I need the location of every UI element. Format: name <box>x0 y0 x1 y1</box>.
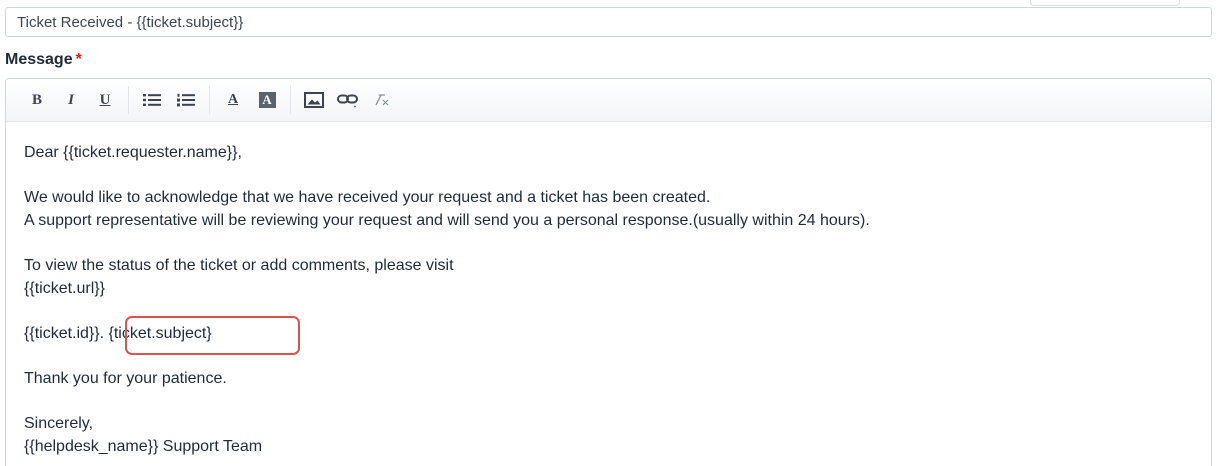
link-icon <box>337 94 358 108</box>
ticket-email-template-form: Ticket Received - {{ticket.subject}} Mes… <box>0 0 1224 466</box>
background-color-icon: A <box>258 92 276 108</box>
body-line-ticket-url: {{ticket.url}} <box>24 279 105 297</box>
message-editor: B I U A A Dear {{ticket.requester.name}}… <box>5 78 1212 466</box>
clear-format-button[interactable] <box>369 87 395 113</box>
numbered-list-button[interactable] <box>173 87 199 113</box>
body-line-ticket-id-subject: {{ticket.id}}. {ticket.subject} <box>24 324 212 342</box>
list-group <box>129 86 210 114</box>
insert-group <box>291 86 405 114</box>
body-line-blank <box>24 391 1193 414</box>
editor-toolbar: B I U A A <box>6 79 1211 122</box>
insert-image-button[interactable] <box>301 87 327 113</box>
bullet-list-button[interactable] <box>139 87 165 113</box>
underline-icon: U <box>99 91 111 108</box>
message-label: Message * <box>5 51 82 69</box>
body-line-greeting: Dear {{ticket.requester.name}}, <box>24 144 242 161</box>
italic-icon: I <box>68 91 74 108</box>
body-line-thanks: Thank you for your patience. <box>24 369 227 387</box>
insert-link-button[interactable] <box>335 87 361 113</box>
body-line-blank <box>24 232 1193 255</box>
body-line-sincerely: Sincerely, <box>24 415 94 433</box>
body-line-blank <box>24 165 1193 188</box>
body-line-view-status: To view the status of the ticket or add … <box>24 256 454 274</box>
partial-control <box>1030 0 1180 6</box>
text-style-group: B I U <box>14 86 129 114</box>
text-color-button[interactable]: A <box>220 87 246 113</box>
body-line-acknowledge: We would like to acknowledge that we hav… <box>24 189 711 207</box>
required-marker: * <box>75 51 82 68</box>
subject-input[interactable]: Ticket Received - {{ticket.subject}} <box>5 7 1212 37</box>
bold-icon: B <box>31 91 42 108</box>
body-line-representative: A support representative will be reviewi… <box>24 211 870 229</box>
message-label-text: Message <box>5 51 73 68</box>
message-body[interactable]: Dear {{ticket.requester.name}}, We would… <box>6 122 1211 458</box>
image-icon <box>304 92 324 108</box>
bold-button[interactable]: B <box>24 87 50 113</box>
background-color-button[interactable]: A <box>254 87 280 113</box>
color-group: A A <box>210 86 291 114</box>
body-line-blank <box>24 345 1193 368</box>
italic-button[interactable]: I <box>58 87 84 113</box>
clear-format-icon <box>375 94 389 106</box>
text-color-icon: A <box>227 92 239 107</box>
bullet-list-icon <box>143 94 161 106</box>
numbered-list-icon <box>177 93 195 107</box>
body-line-signature: {{helpdesk_name}} Support Team <box>24 437 263 455</box>
body-line-blank <box>24 300 1193 323</box>
underline-button[interactable]: U <box>92 87 118 113</box>
